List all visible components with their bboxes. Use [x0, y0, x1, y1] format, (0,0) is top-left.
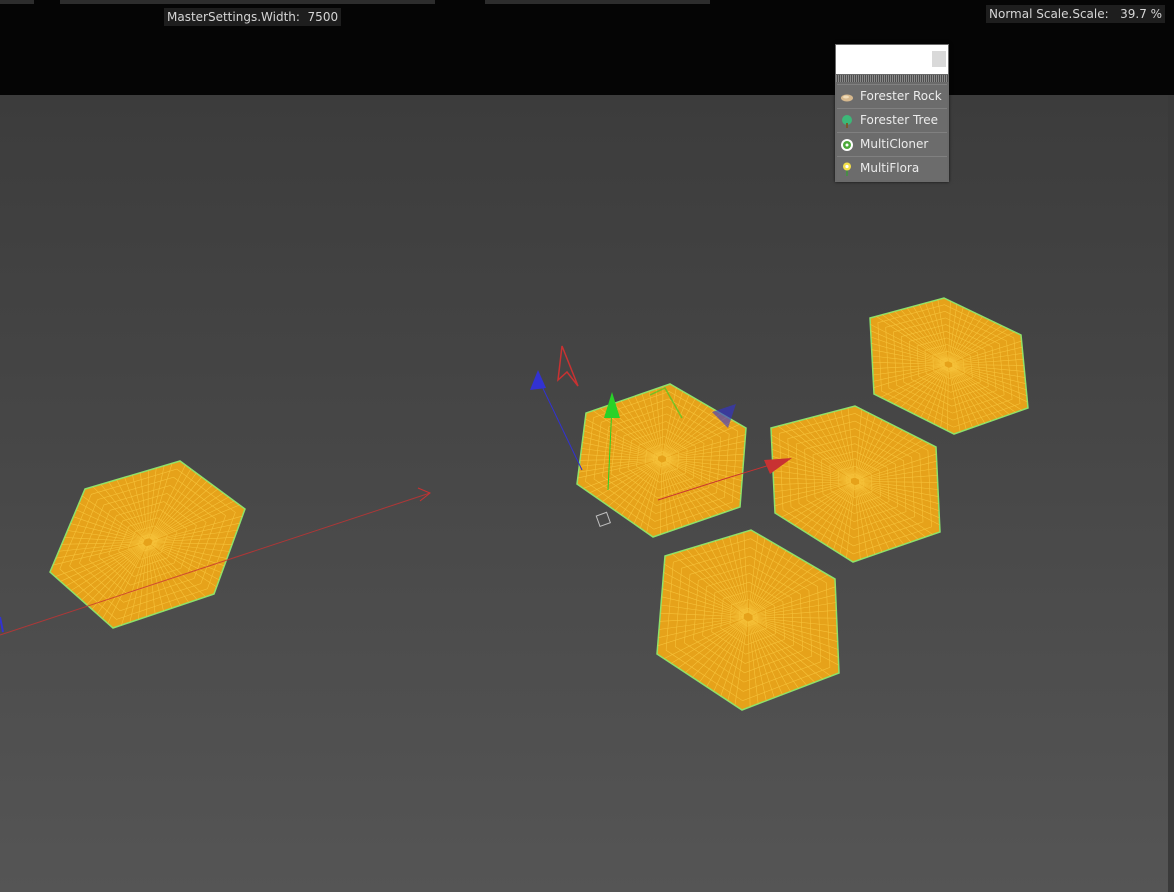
gizmo-z-arrow — [530, 370, 546, 390]
world-z-axis — [0, 616, 4, 633]
pentagon-mesh[interactable] — [770, 405, 941, 563]
menu-item-forester-rock[interactable]: Forester Rock — [837, 84, 947, 108]
tree-icon — [842, 115, 852, 128]
gizmo-z-line — [537, 377, 583, 471]
pentagon-mesh[interactable] — [656, 529, 840, 711]
3d-viewport[interactable] — [0, 95, 1174, 892]
cloner-icon — [841, 139, 853, 151]
menu-item-label: Forester Tree — [860, 113, 938, 127]
width-readout: MasterSettings.Width: 7500 — [164, 8, 342, 26]
toolbar-segment[interactable] — [0, 0, 34, 4]
plugin-popup-menu: Forester Rock Forester Tree MultiCloner … — [835, 44, 949, 182]
menu-item-label: Forester Rock — [860, 89, 942, 103]
top-toolbar: MasterSettings.Width: 7500 Normal Scale.… — [0, 0, 1174, 95]
toolbar-segment[interactable] — [60, 0, 435, 4]
rock-icon — [841, 94, 853, 102]
drag-handle[interactable] — [836, 75, 948, 82]
menu-item-multicloner[interactable]: MultiCloner — [837, 132, 947, 156]
menu-item-label: MultiFlora — [860, 161, 920, 175]
menu-item-label: MultiCloner — [860, 137, 929, 151]
pivot-cube-icon — [595, 511, 611, 528]
scale-readout: Normal Scale.Scale: 39.7 % — [986, 5, 1166, 23]
close-button[interactable] — [932, 51, 946, 67]
viewport-scene[interactable] — [0, 95, 1174, 892]
viewport-scrollbar[interactable] — [1168, 95, 1174, 892]
pentagon-mesh[interactable] — [49, 460, 246, 629]
menu-item-multiflora[interactable]: MultiFlora — [837, 156, 947, 180]
toolbar-segment[interactable] — [485, 0, 710, 4]
gizmo-rotate-handle — [557, 345, 579, 387]
flower-icon — [843, 162, 851, 176]
pentagon-mesh[interactable] — [869, 297, 1029, 435]
menu-item-forester-tree[interactable]: Forester Tree — [837, 108, 947, 132]
